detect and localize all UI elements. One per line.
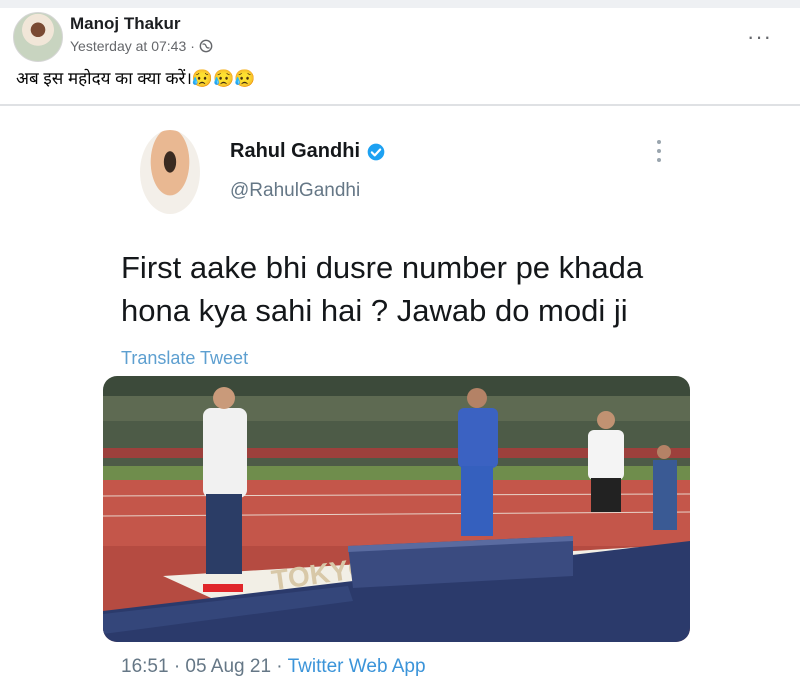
post-text: अब इस महोदय का क्या करें।😥😥😥 [16, 69, 256, 88]
post-more-button[interactable]: ··· [747, 26, 772, 48]
translate-tweet-link[interactable]: Translate Tweet [121, 348, 248, 369]
tweet-handle[interactable]: @RahulGandhi [230, 180, 360, 202]
embedded-tweet: Rahul Gandhi @RahulGandhi First aake bhi… [103, 118, 693, 688]
post-meta: Yesterday at 07:43 · [70, 38, 213, 54]
tweet-source-link[interactable]: Twitter Web App [288, 656, 426, 677]
tweet-author[interactable]: Rahul Gandhi [230, 140, 386, 163]
tweet-photo[interactable]: TOKYO 2020 [103, 376, 690, 642]
tweet-timestamp[interactable]: 16:51 · 05 Aug 21 · [121, 656, 288, 677]
post-time[interactable]: Yesterday at 07:43 [70, 38, 186, 54]
divider [0, 104, 800, 106]
tweet-text: First aake bhi dusre number pe khada hon… [121, 250, 644, 328]
author-name[interactable]: Manoj Thakur [70, 14, 181, 34]
tweet-avatar[interactable] [140, 130, 200, 214]
post-header: Manoj Thakur Yesterday at 07:43 · ··· [0, 8, 800, 68]
tweet-more-icon[interactable] [657, 140, 663, 167]
globe-icon [199, 39, 213, 53]
tweet-author-name: Rahul Gandhi [230, 140, 360, 162]
author-avatar[interactable] [13, 12, 63, 62]
podium-photo: TOKYO 2020 [103, 376, 690, 642]
verified-badge-icon [367, 143, 385, 160]
top-bar [0, 0, 800, 8]
meta-dot: · [190, 38, 195, 54]
tweet-footer: 16:51 · 05 Aug 21 · Twitter Web App [121, 656, 426, 678]
